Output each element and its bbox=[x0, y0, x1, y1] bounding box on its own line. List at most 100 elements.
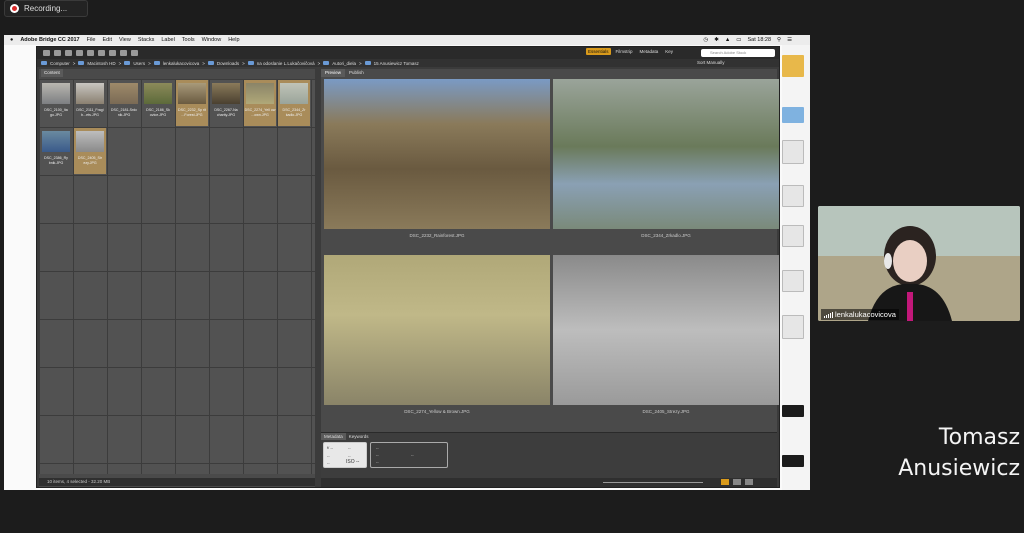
menu-view[interactable]: View bbox=[119, 37, 131, 43]
tab-metadata[interactable]: Metadata bbox=[321, 433, 346, 440]
return-icon[interactable] bbox=[76, 50, 83, 56]
thumbnail-cell[interactable]: DSC_2111_Fragi b...ets.JPG bbox=[74, 80, 106, 126]
preview-image[interactable] bbox=[324, 79, 550, 229]
thumbnail-cell[interactable]: DSC_2386_Ry bnik.JPG bbox=[40, 128, 72, 174]
breadcrumb-item[interactable]: 15 Anusiewicz Tomasz bbox=[374, 61, 419, 66]
thumbnail-image bbox=[76, 83, 104, 104]
desktop-file-icon[interactable] bbox=[782, 185, 804, 207]
thumbnail-filename: DSC_2344_Zr kadlo.JPG bbox=[282, 108, 306, 117]
preview-status-bar bbox=[321, 478, 777, 487]
content-panel: Content DSC_2100_Ita go.JPG DSC_2111_Frag… bbox=[39, 69, 315, 487]
forward-icon[interactable] bbox=[54, 50, 61, 56]
menu-window[interactable]: Window bbox=[202, 37, 222, 43]
breadcrumb-item[interactable]: lenkalukacovicova bbox=[163, 61, 200, 66]
desktop-file-icon[interactable] bbox=[782, 107, 804, 123]
back-icon[interactable] bbox=[43, 50, 50, 56]
menu-label[interactable]: Label bbox=[161, 37, 174, 43]
thumbnail-cell[interactable]: DSC_2344_Zr kadlo.JPG bbox=[278, 80, 310, 126]
menu-help[interactable]: Help bbox=[228, 37, 239, 43]
desktop-file-icon[interactable] bbox=[782, 140, 804, 164]
sort-dropdown[interactable]: Sort Manually bbox=[697, 60, 725, 65]
refine-icon[interactable] bbox=[98, 50, 105, 56]
search-input[interactable]: Search Adobe Stock bbox=[701, 49, 775, 57]
menu-edit[interactable]: Edit bbox=[103, 37, 112, 43]
desktop-file-icon[interactable] bbox=[782, 270, 804, 292]
workspace-essentials[interactable]: Essentials bbox=[586, 48, 611, 55]
workspace-switcher: Essentials Filmstrip Metadata Key bbox=[586, 48, 675, 55]
breadcrumb-item[interactable]: Autori_diela bbox=[332, 61, 356, 66]
view-list-icon[interactable] bbox=[745, 479, 753, 485]
folder-icon bbox=[323, 61, 330, 65]
notification-center-icon[interactable]: ☰ bbox=[787, 37, 792, 43]
menubar-clock[interactable]: Sat 18:28 bbox=[747, 37, 771, 43]
thumbnail-filename: DSC_2274_Yell ow ...own.JPG bbox=[244, 108, 276, 117]
thumbnail-cell[interactable]: DSC_2405_Str ezy.JPG bbox=[74, 128, 106, 174]
rotate-left-icon[interactable] bbox=[120, 50, 127, 56]
thumbnail-filename: DSC_2232_Sp rit ...Forest.JPG bbox=[178, 108, 206, 117]
participant-name-tag: lenkalukacovicova bbox=[821, 309, 899, 320]
folder-icon bbox=[364, 61, 371, 65]
participant-video-frame bbox=[818, 206, 1020, 321]
tab-content[interactable]: Content bbox=[41, 69, 63, 77]
tab-preview[interactable]: Preview bbox=[321, 69, 346, 77]
thumbnail-cell[interactable]: DSC_2267-Na charity.JPG bbox=[210, 80, 242, 126]
thumbnail-cell[interactable]: DSC_2100_Ita go.JPG bbox=[40, 80, 72, 126]
preview-caption: DSC_2344_Zrkadlo.JPG bbox=[641, 233, 691, 238]
desktop-file-icon[interactable] bbox=[782, 315, 804, 339]
workspace-key[interactable]: Key bbox=[663, 48, 675, 55]
menu-file[interactable]: File bbox=[87, 37, 96, 43]
speaker-last-name: Anusiewicz bbox=[898, 456, 1020, 481]
bluetooth-icon[interactable]: ✱ bbox=[714, 37, 719, 43]
recording-indicator[interactable]: Recording... bbox=[4, 0, 88, 17]
thumbnail-filename: DSC_2111_Fragi b...ets.JPG bbox=[76, 108, 104, 117]
thumbnail-cell[interactable]: DSC_2274_Yell ow ...own.JPG bbox=[244, 80, 276, 126]
workspace-filmstrip[interactable]: Filmstrip bbox=[614, 48, 635, 55]
thumbnail-filename: DSC_2405_Str ezy.JPG bbox=[77, 156, 103, 165]
thumbnail-filename: DSC_2267-Na charity.JPG bbox=[214, 108, 238, 117]
thumbnail-cell[interactable]: DSC_2181-Srdc nik.JPG bbox=[108, 80, 140, 126]
rotate-right-icon[interactable] bbox=[131, 50, 138, 56]
desktop-background bbox=[782, 45, 810, 490]
preview-tabs: Preview Publish bbox=[321, 69, 368, 77]
preview-image[interactable] bbox=[553, 255, 779, 405]
time-machine-icon[interactable]: ◷ bbox=[703, 37, 708, 43]
workspace-metadata[interactable]: Metadata bbox=[638, 48, 661, 55]
desktop-file-icon[interactable] bbox=[782, 455, 804, 467]
breadcrumb-item[interactable]: Computer bbox=[50, 61, 70, 66]
thumbnail-image bbox=[42, 83, 70, 104]
menu-tools[interactable]: Tools bbox=[182, 37, 195, 43]
thumbnail-filename: DSC_2181-Srdc nik.JPG bbox=[110, 108, 138, 117]
folder-icon bbox=[207, 61, 214, 65]
recent-folders-icon[interactable] bbox=[65, 50, 72, 56]
breadcrumb-item[interactable]: Users bbox=[133, 61, 145, 66]
tab-keywords[interactable]: Keywords bbox=[346, 433, 372, 440]
view-grid-icon[interactable] bbox=[721, 479, 729, 485]
thumbnail-image bbox=[144, 83, 172, 104]
breadcrumb-item[interactable]: Downloads bbox=[217, 61, 239, 66]
breadcrumb-item[interactable]: Macintosh HD bbox=[87, 61, 115, 66]
apple-icon[interactable]: ● bbox=[10, 37, 13, 43]
battery-icon[interactable]: ▭ bbox=[736, 37, 741, 43]
thumbnail-size-slider[interactable] bbox=[603, 482, 703, 483]
desktop-file-icon[interactable] bbox=[782, 225, 804, 247]
path-bar: Computer > Macintosh HD > Users > lenkaluka… bbox=[37, 59, 779, 67]
menu-stacks[interactable]: Stacks bbox=[138, 37, 155, 43]
wifi-icon[interactable]: ▲ bbox=[725, 37, 730, 43]
thumbnail-cell[interactable]: DSC_2186_Sk ovice.JPG bbox=[142, 80, 174, 126]
preview-caption: DSC_2232_Rainforest.JPG bbox=[409, 233, 465, 238]
open-in-camera-raw-icon[interactable] bbox=[109, 50, 116, 56]
thumbnail-cell[interactable]: DSC_2232_Sp rit ...Forest.JPG bbox=[176, 80, 208, 126]
thumbnail-image bbox=[246, 83, 274, 104]
view-details-icon[interactable] bbox=[733, 479, 741, 485]
desktop-file-icon[interactable] bbox=[782, 405, 804, 417]
desktop-file-icon[interactable] bbox=[782, 55, 804, 77]
participant-video[interactable]: lenkalukacovicova bbox=[818, 206, 1020, 321]
thumbnail-image bbox=[178, 83, 206, 104]
breadcrumb-item[interactable]: na odoslanie L.Lukačovičová bbox=[257, 61, 315, 66]
camera-import-icon[interactable] bbox=[87, 50, 94, 56]
spotlight-icon[interactable]: ⚲ bbox=[777, 37, 781, 43]
tab-publish[interactable]: Publish bbox=[345, 69, 368, 77]
preview-image[interactable] bbox=[324, 255, 550, 405]
preview-image[interactable] bbox=[553, 79, 779, 229]
app-menu[interactable]: Adobe Bridge CC 2017 bbox=[20, 37, 79, 43]
